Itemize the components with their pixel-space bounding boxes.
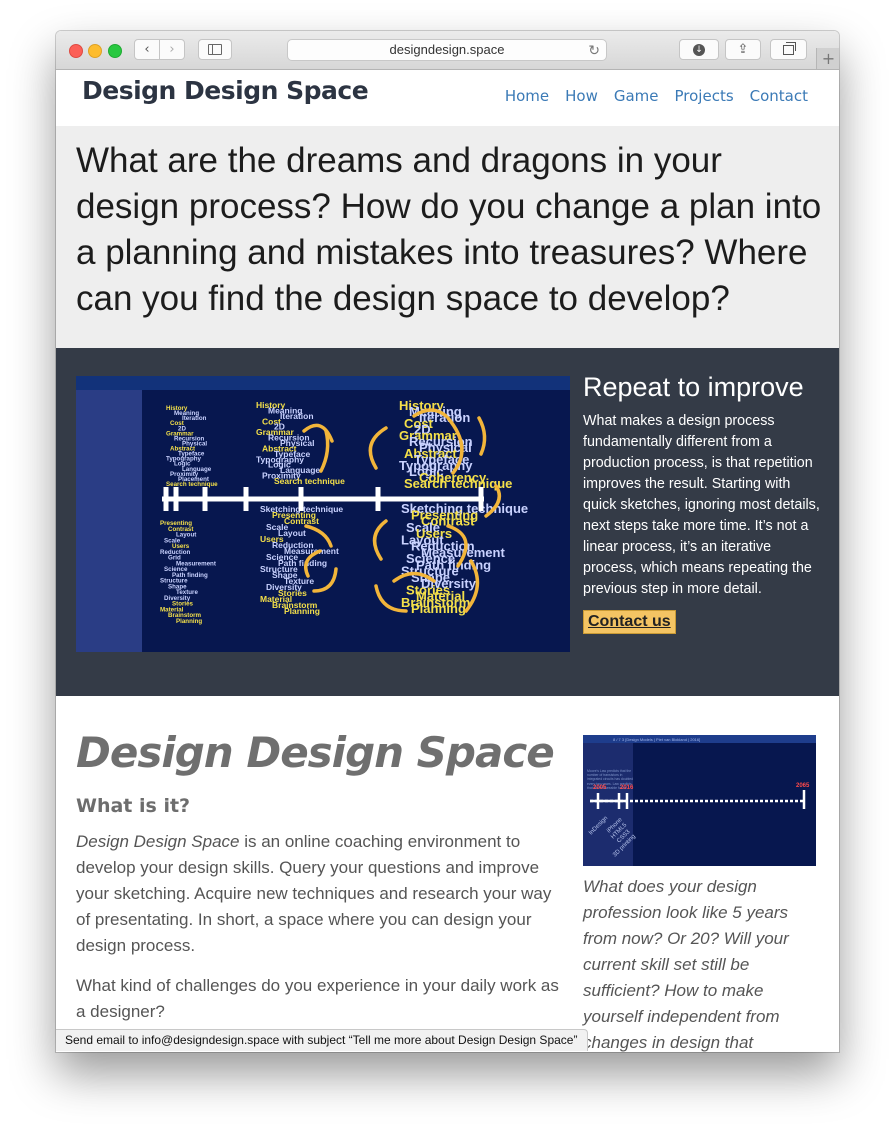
repeat-text-column: Repeat to improve What makes a design pr… xyxy=(583,372,823,634)
share-button[interactable]: ⇪ xyxy=(725,39,761,60)
repeat-section: History Meaning Iteration Cost 2D Grammar Recu… xyxy=(56,348,839,696)
browser-window: ‹ › designdesign.space ↻ ↓ ⇪ + Design De… xyxy=(56,31,839,1052)
close-window-button[interactable] xyxy=(69,44,83,58)
contact-us-button[interactable]: Contact us xyxy=(583,610,676,634)
share-icon: ⇪ xyxy=(737,42,749,57)
diagram-word: Search technique xyxy=(274,476,345,486)
minimize-window-button[interactable] xyxy=(88,44,102,58)
downloads-button[interactable]: ↓ xyxy=(679,39,719,60)
nav-projects-link[interactable]: Projects xyxy=(675,87,734,105)
challenges-paragraph: What kind of challenges do you experienc… xyxy=(76,976,559,1021)
diagram-word: Search technique xyxy=(166,481,218,488)
about-paragraph-emphasis: Design Design Space xyxy=(76,832,240,851)
zoom-window-button[interactable] xyxy=(108,44,122,58)
address-bar[interactable]: designdesign.space ↻ xyxy=(287,39,607,61)
browser-toolbar: ‹ › designdesign.space ↻ ↓ ⇪ + xyxy=(56,31,839,70)
side-figure-header: 8 / 7 3 [Design Models | Piet van Blokla… xyxy=(613,737,700,742)
nav-contact-link[interactable]: Contact xyxy=(750,87,808,105)
show-tabs-button[interactable] xyxy=(770,39,807,60)
side-caption: What does your design profession look li… xyxy=(583,877,789,1052)
nav-game-link[interactable]: Game xyxy=(614,87,659,105)
repeat-body: What makes a design process fundamentall… xyxy=(583,413,820,597)
year-label-2016: 2016 xyxy=(620,785,634,791)
diagram-word: Contrast xyxy=(284,516,319,526)
sidebar-icon xyxy=(208,44,222,55)
sidebar-toggle-button[interactable] xyxy=(198,39,232,60)
diagram-word: Iteration xyxy=(182,415,207,422)
nav-how-link[interactable]: How xyxy=(565,87,598,105)
url-text: designdesign.space xyxy=(389,42,505,57)
about-main-column: Design Design Space What is it? Design D… xyxy=(76,728,566,1039)
new-tab-button[interactable]: + xyxy=(816,48,839,69)
about-paragraph: Design Design Space is an online coachin… xyxy=(76,829,566,959)
reload-icon[interactable]: ↻ xyxy=(588,40,600,60)
status-bar: Send email to info@designdesign.space wi… xyxy=(56,1029,589,1051)
diagram-word: Planning xyxy=(284,606,320,616)
history-nav: ‹ › xyxy=(134,39,185,60)
site-header: Design Design Space Home How Game Projec… xyxy=(56,70,839,126)
web-page: Design Design Space Home How Game Projec… xyxy=(56,70,839,1052)
year-label-2005: 2005 xyxy=(593,785,607,791)
diagram-word: Iteration xyxy=(280,411,314,421)
forward-button[interactable]: › xyxy=(159,40,184,59)
section-title: Design Design Space xyxy=(76,728,555,777)
nav-home-link[interactable]: Home xyxy=(505,87,549,105)
iteration-diagram: HistoryMeaningIterationCost2DGrammarRecu… xyxy=(76,376,570,652)
diagram-word: Planning xyxy=(411,601,466,616)
main-nav: Home How Game Projects Contact xyxy=(505,87,808,105)
diagram-word: Planning xyxy=(176,618,202,625)
tabs-icon xyxy=(783,41,796,55)
section-subtitle: What is it? xyxy=(76,795,191,817)
download-icon: ↓ xyxy=(693,43,705,56)
year-label-2065: 2065 xyxy=(796,783,810,789)
repeat-heading: Repeat to improve xyxy=(583,372,804,402)
about-side-column: 8 / 7 3 [Design Models | Piet van Blokla… xyxy=(583,735,816,1052)
hero-section: What are the dreams and dragons in your … xyxy=(56,126,839,348)
site-logo[interactable]: Design Design Space xyxy=(82,76,369,105)
about-section: Design Design Space What is it? Design D… xyxy=(56,696,839,1052)
hero-question: What are the dreams and dragons in your … xyxy=(76,141,822,318)
future-timeline-figure: 8 / 7 3 [Design Models | Piet van Blokla… xyxy=(583,735,816,866)
back-button[interactable]: ‹ xyxy=(135,40,159,59)
